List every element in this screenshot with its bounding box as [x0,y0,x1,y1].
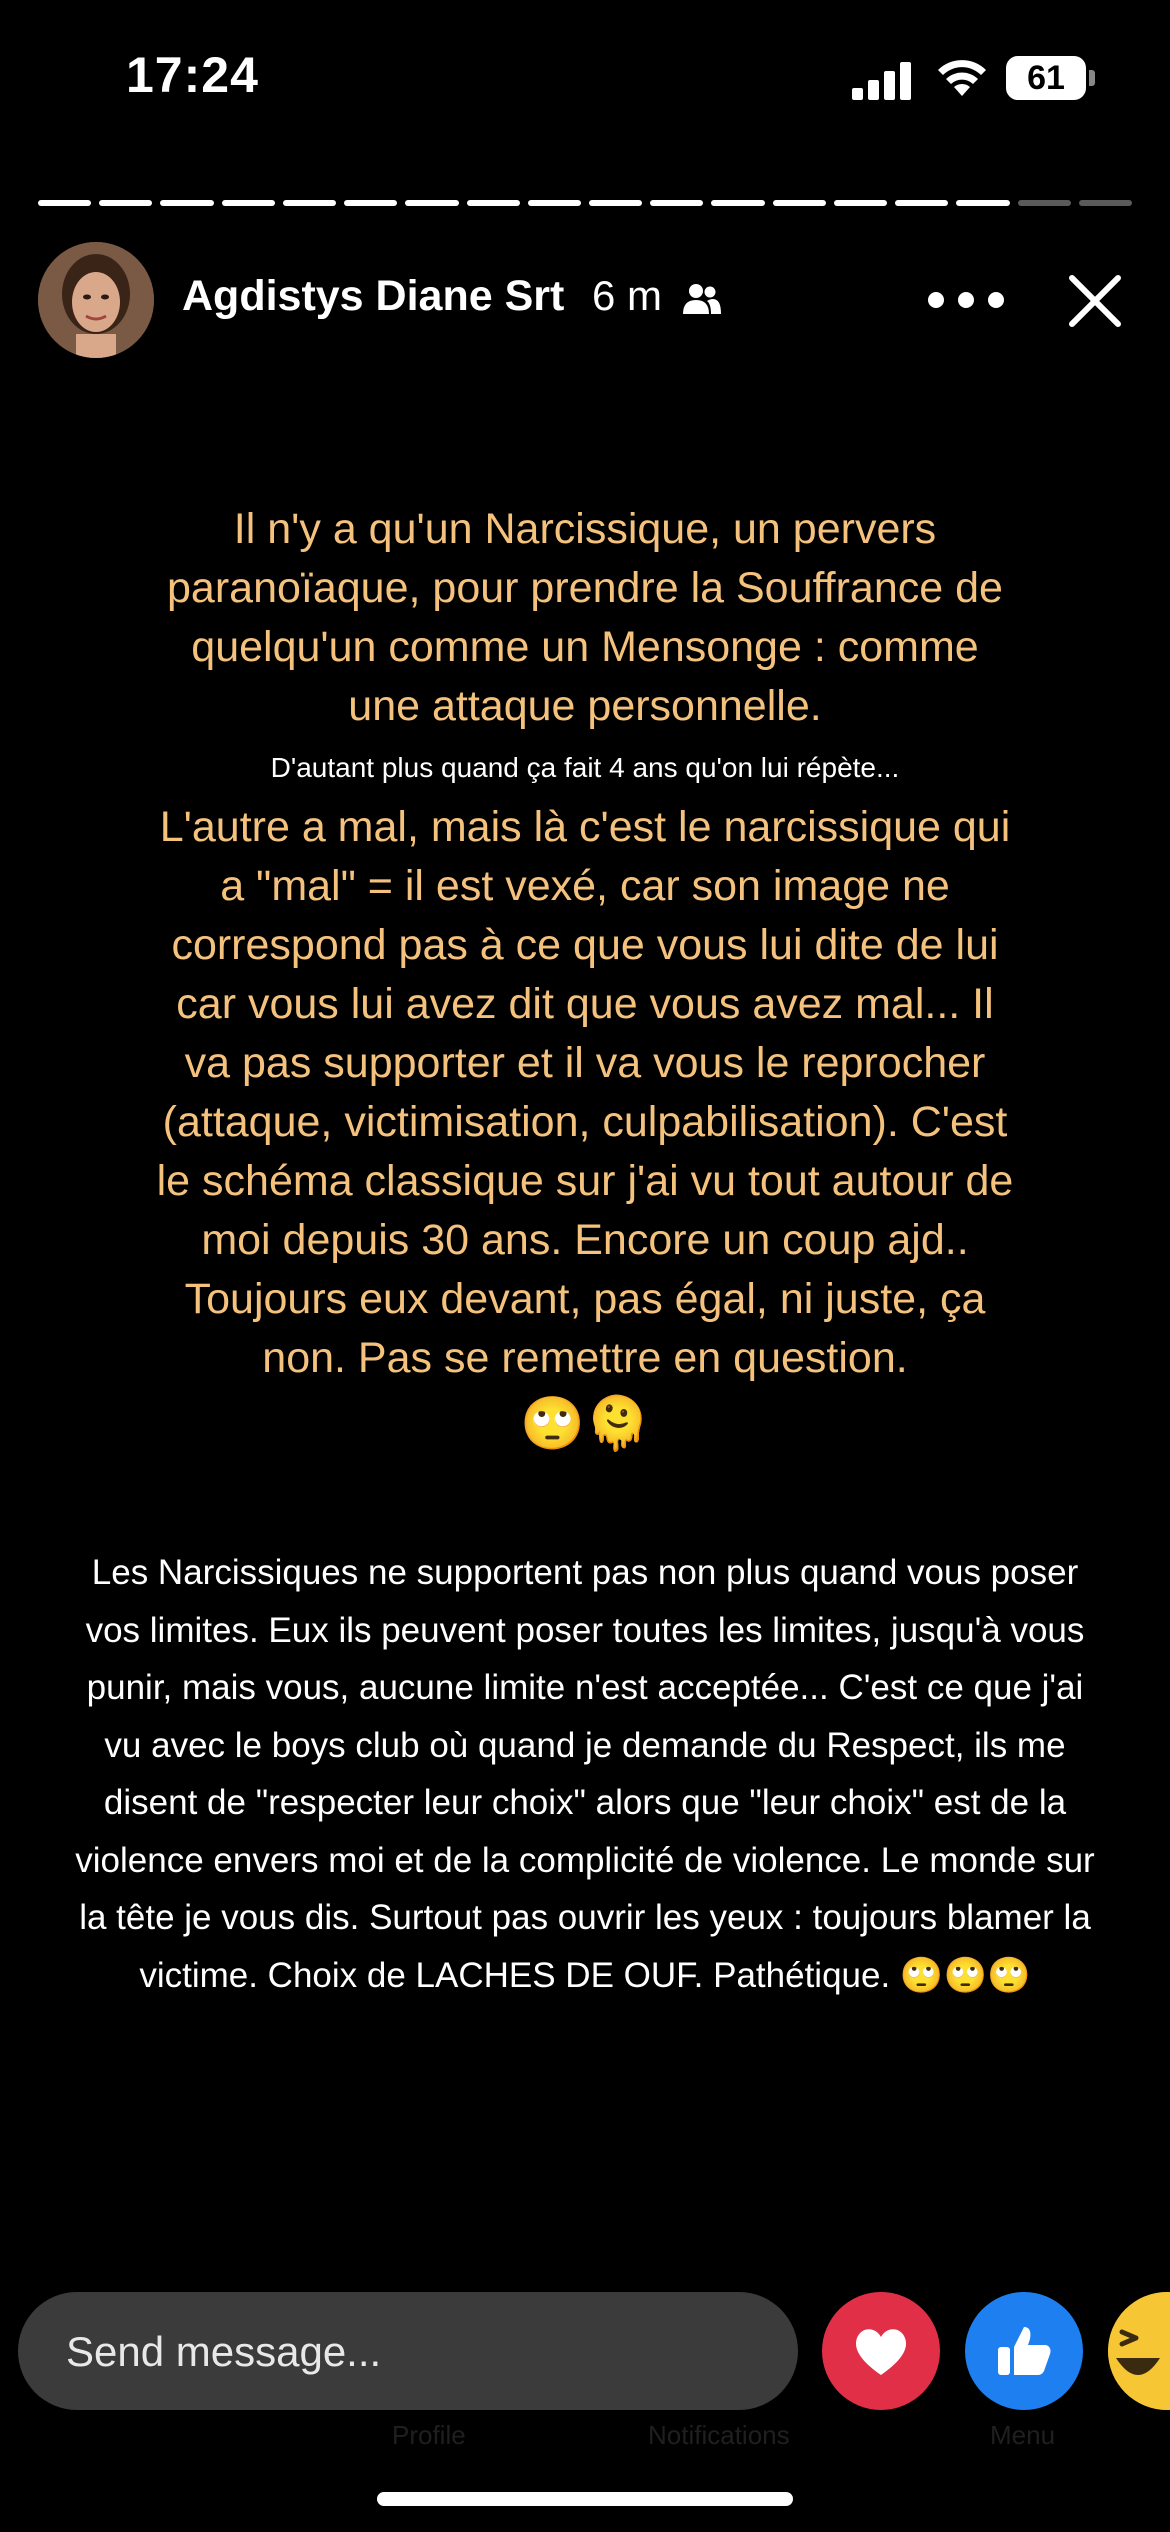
progress-segment [527,200,581,206]
progress-segment [344,200,398,206]
progress-segment [221,200,275,206]
story-header: Agdistys Diane Srt 6 m [0,240,1170,360]
like-icon [998,2327,1051,2375]
progress-segment [405,200,459,206]
progress-segment [160,200,214,206]
heart-icon [856,2329,906,2375]
progress-segment [588,200,643,206]
wifi-icon [938,60,986,96]
avatar[interactable] [38,242,154,358]
status-time: 17:24 [126,47,259,103]
author-name[interactable]: Agdistys Diane Srt [182,272,564,321]
like-reaction-button[interactable] [965,2292,1083,2410]
home-indicator [377,2492,793,2506]
progress-segment [711,200,765,206]
message-input[interactable] [64,2292,788,2412]
progress-segment [772,200,826,206]
close-icon[interactable] [1064,270,1126,332]
more-button[interactable] [928,280,1004,320]
progress-segment [38,200,92,206]
battery-tip [1089,70,1095,86]
heart-reaction-button[interactable] [822,2292,940,2410]
story-content: Il n'y a qu'un Narcissique, un pervers p… [0,500,1170,2004]
nav-profile-label: Profile [392,2420,466,2450]
progress-segment [1078,200,1132,206]
signal-icon [852,62,911,100]
story-note: D'autant plus quand ça fait 4 ans qu'on … [270,752,900,783]
friends-icon [683,284,721,314]
message-bar [18,2292,798,2412]
post-time: 6 m [592,272,663,319]
progress-segment [282,200,337,206]
progress-segment [1017,200,1071,206]
progress-segment [895,200,949,206]
emoji-line: 🙄🫠 [520,1395,650,1453]
story-text-1: Il n'y a qu'un Narcissique, un pervers p… [167,505,1003,730]
nav-notifications-label: Notifications [648,2420,790,2450]
more-icon [928,292,944,308]
progress-segment [833,200,888,206]
story-progress-bar [38,200,1132,208]
progress-segment [956,200,1010,206]
story-text-2: L'autre a mal, mais là c'est le narcissi… [156,803,1014,1382]
nav-menu-label: Menu [990,2420,1056,2450]
progress-segment [650,200,704,206]
battery-indicator: 61 [1006,56,1086,100]
progress-segment [99,200,153,206]
story-text-3: Les Narcissiques ne supportent pas non p… [75,1553,1095,1995]
status-bar: 17:24 61 [0,0,1170,150]
progress-segment [466,200,520,206]
